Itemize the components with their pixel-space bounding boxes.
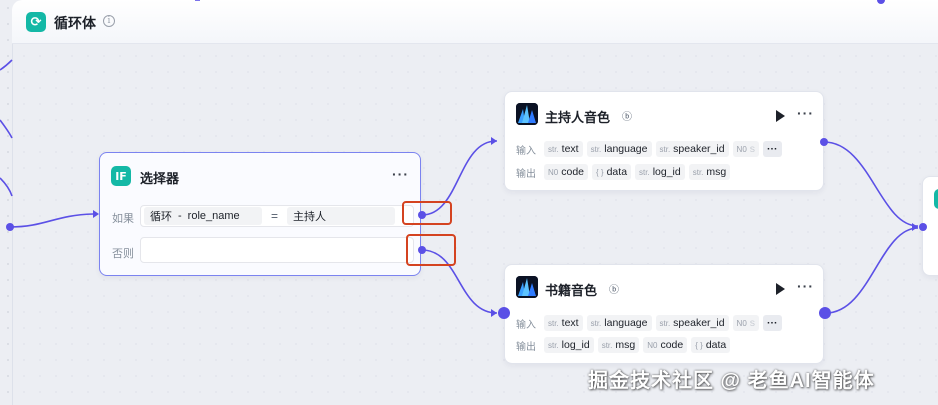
host-output-port[interactable] <box>820 138 828 146</box>
watermark: 掘金技术社区 @ 老鱼AI智能体 <box>588 370 875 392</box>
voice-app-icon <box>516 276 538 298</box>
condition-left-b: role_name <box>187 210 240 222</box>
output-param-log-id: str. log_id <box>635 164 685 180</box>
input-param-text: str. text <box>544 141 583 157</box>
output-param-code: N0 code <box>643 337 688 353</box>
input-label: 输入 <box>516 145 536 157</box>
host-voice-title: 主持人音色 <box>545 110 611 125</box>
host-output-row: 输出 N0 code { } data str. log_id str. msg <box>516 164 731 180</box>
input-param-speaker-id: str. speaker_id <box>655 315 729 331</box>
output-param-data: { } data <box>592 164 632 180</box>
output-param-data: { } data <box>691 337 731 353</box>
voice-app-icon <box>516 103 538 125</box>
condition-right-value[interactable]: 主持人 <box>287 207 396 225</box>
input-param-text: str. text <box>544 315 583 331</box>
book-more-button[interactable]: ··· <box>797 278 814 294</box>
if-condition-box[interactable]: 循环 - role_name = 主持人 <box>140 205 414 227</box>
selector-more-button[interactable]: ··· <box>392 166 409 182</box>
input-param-speaker-id: str. speaker_id <box>655 141 729 157</box>
condition-left-variable[interactable]: 循环 - role_name <box>144 207 262 225</box>
output-label: 输出 <box>516 341 536 353</box>
condition-sep: - <box>178 210 182 222</box>
host-more-button[interactable]: ··· <box>797 105 814 121</box>
input-param-language: str. language <box>586 141 652 157</box>
if-icon: IF <box>111 166 131 186</box>
info-circle-icon[interactable]: i <box>103 15 115 27</box>
output-label: 输出 <box>516 168 536 180</box>
play-icon[interactable] <box>776 110 785 122</box>
book-input-port[interactable] <box>498 307 510 319</box>
book-voice-title: 书籍音色 <box>545 283 598 298</box>
else-condition-box[interactable] <box>140 237 414 263</box>
book-voice-node[interactable]: 书籍音色 ⓑ ··· 输入 str. text str. language str.… <box>504 264 824 364</box>
loop-title: 循环体 <box>54 15 96 31</box>
condition-left-a: 循环 <box>150 211 172 223</box>
else-label: 否则 <box>112 248 134 260</box>
loop-body-header <box>12 0 938 44</box>
next-node-input-port[interactable] <box>919 223 927 231</box>
book-input-row: 输入 str. text str. language str. speaker_id … <box>516 315 782 331</box>
selector-title: 选择器 <box>140 171 180 186</box>
play-icon[interactable] <box>776 283 785 295</box>
else-port-highlight <box>406 234 456 266</box>
input-param-language: str. language <box>586 315 652 331</box>
condition-operator[interactable]: = <box>271 209 278 223</box>
if-port-highlight <box>402 201 452 225</box>
input-label: 输入 <box>516 319 536 331</box>
more-params-button[interactable]: ··· <box>763 141 782 157</box>
more-params-button[interactable]: ··· <box>763 315 782 331</box>
next-node-icon <box>934 189 938 209</box>
left-input-port[interactable] <box>6 223 14 231</box>
selector-node[interactable]: IF 选择器 ··· 如果 循环 - role_name = 主持人 否则 <box>99 152 421 276</box>
output-param-msg: str. msg <box>688 164 731 180</box>
book-output-port[interactable] <box>819 307 831 319</box>
host-voice-node[interactable]: 主持人音色 ⓑ ··· 输入 str. text str. language str… <box>504 91 824 191</box>
host-input-row: 输入 str. text str. language str. speaker_id … <box>516 141 782 157</box>
input-param-truncated: N0 s <box>732 315 760 331</box>
bot-icon: ⓑ <box>622 112 632 123</box>
output-param-log-id: str. log_id <box>544 337 594 353</box>
loop-icon: ⟳ <box>26 12 46 32</box>
bot-icon: ⓑ <box>609 285 619 296</box>
output-param-code: N0 code <box>544 164 589 180</box>
if-label: 如果 <box>112 213 134 225</box>
output-param-msg: str. msg <box>597 337 640 353</box>
input-param-truncated: N0 s <box>732 141 760 157</box>
book-output-row: 输出 str. log_id str. msg N0 code { } data <box>516 337 731 353</box>
